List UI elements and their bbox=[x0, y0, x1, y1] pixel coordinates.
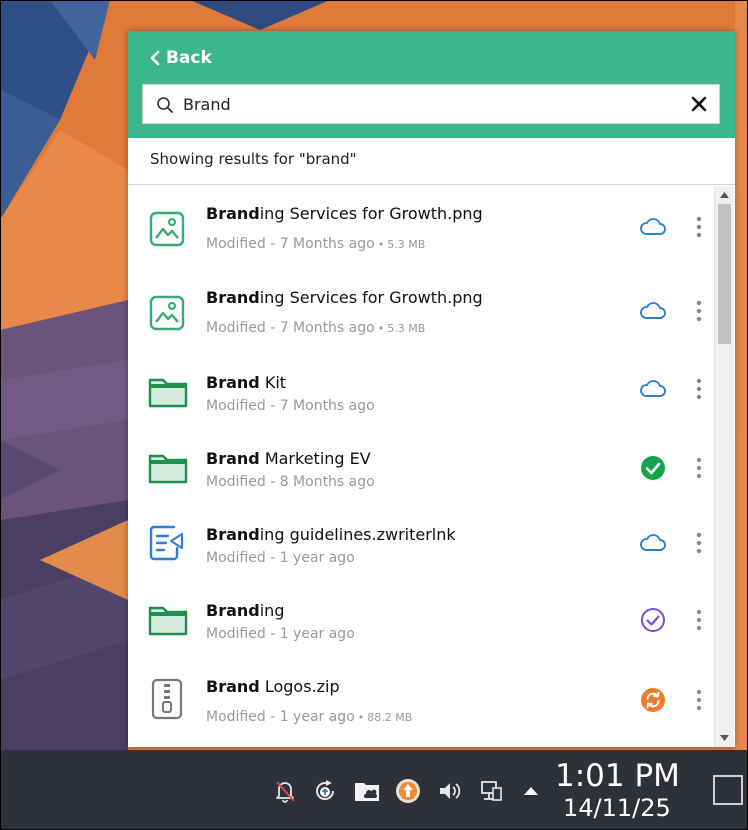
search-box[interactable] bbox=[142, 84, 720, 124]
cloud-icon bbox=[638, 212, 668, 242]
clear-search-icon[interactable] bbox=[689, 94, 709, 114]
folder-icon bbox=[148, 606, 188, 636]
search-panel: Back Showing results for "brand" Brandin… bbox=[128, 31, 735, 747]
search-input[interactable] bbox=[183, 85, 673, 123]
available-check-icon bbox=[638, 605, 668, 635]
folder-icon bbox=[148, 378, 188, 408]
search-icon bbox=[157, 97, 173, 113]
file-meta: Modified - 1 year ago bbox=[206, 626, 355, 642]
volume-icon[interactable] bbox=[437, 778, 463, 804]
more-options-icon[interactable] bbox=[691, 374, 707, 404]
results-scrollbar[interactable] bbox=[714, 186, 734, 747]
more-options-icon[interactable] bbox=[691, 212, 707, 242]
list-item[interactable]: Branding Services for Growth.png Modifie… bbox=[128, 270, 714, 354]
syncing-icon bbox=[638, 685, 668, 715]
file-name: Branding bbox=[206, 601, 285, 620]
file-meta: Modified - 1 year ago bbox=[206, 550, 355, 566]
list-item[interactable]: Branding guidelines.zwriterlnk Modified … bbox=[128, 506, 714, 582]
image-file-icon bbox=[149, 295, 185, 331]
file-name: Branding guidelines.zwriterlnk bbox=[206, 525, 456, 544]
image-file-icon bbox=[149, 211, 185, 247]
list-item[interactable]: Brand Logos.zip Modified - 1 year ago • 88… bbox=[128, 658, 714, 747]
synced-check-icon bbox=[638, 453, 668, 483]
more-options-icon[interactable] bbox=[691, 528, 707, 558]
cloud-icon bbox=[638, 528, 668, 558]
cloud-icon bbox=[638, 296, 668, 326]
show-desktop-button[interactable] bbox=[713, 775, 743, 805]
file-meta: Modified - 1 year ago • 88.2 MB bbox=[206, 709, 413, 725]
file-meta: Modified - 7 Months ago • 5.3 MB bbox=[206, 320, 426, 336]
clock-date[interactable]: 14/11/25 bbox=[563, 794, 671, 822]
file-name: Brand Kit bbox=[206, 373, 287, 392]
scroll-down-arrow-icon[interactable] bbox=[715, 729, 734, 747]
file-meta: Modified - 8 Months ago bbox=[206, 474, 375, 490]
clock-time[interactable]: 1:01 PM bbox=[555, 758, 680, 794]
list-item[interactable]: Branding Services for Growth.png Modifie… bbox=[128, 186, 714, 270]
more-options-icon[interactable] bbox=[691, 296, 707, 326]
notifications-off-icon[interactable] bbox=[272, 778, 298, 804]
results-label: Showing results for "brand" bbox=[128, 138, 735, 185]
scrollbar-thumb[interactable] bbox=[718, 204, 731, 344]
list-item[interactable]: Branding Modified - 1 year ago bbox=[128, 582, 714, 658]
tray-expand-arrow-icon[interactable] bbox=[518, 778, 544, 804]
cloud-icon bbox=[638, 374, 668, 404]
file-name: Brand Marketing EV bbox=[206, 449, 371, 468]
list-item[interactable]: Brand Marketing EV Modified - 8 Months a… bbox=[128, 430, 714, 506]
list-item[interactable]: Brand Kit Modified - 7 Months ago bbox=[128, 354, 714, 430]
back-button[interactable]: Back bbox=[150, 45, 212, 71]
writer-document-icon bbox=[149, 525, 184, 561]
workdrive-folder-icon[interactable] bbox=[354, 778, 380, 804]
upload-icon[interactable] bbox=[395, 778, 421, 804]
more-options-icon[interactable] bbox=[691, 453, 707, 483]
chevron-left-icon bbox=[150, 50, 160, 66]
folder-icon bbox=[148, 454, 188, 484]
file-meta: Modified - 7 Months ago bbox=[206, 398, 375, 414]
taskbar: 1:01 PM 14/11/25 bbox=[0, 750, 748, 830]
panel-header: Back bbox=[128, 31, 735, 138]
more-options-icon[interactable] bbox=[691, 605, 707, 635]
file-name: Branding Services for Growth.png bbox=[206, 288, 483, 307]
results-list: Branding Services for Growth.png Modifie… bbox=[128, 186, 714, 747]
more-options-icon[interactable] bbox=[691, 685, 707, 715]
file-meta: Modified - 7 Months ago • 5.3 MB bbox=[206, 236, 426, 252]
file-name: Brand Logos.zip bbox=[206, 677, 340, 696]
network-icon[interactable] bbox=[478, 778, 504, 804]
update-icon[interactable] bbox=[312, 778, 338, 804]
zip-file-icon bbox=[151, 678, 183, 720]
back-label: Back bbox=[166, 48, 212, 68]
file-name: Branding Services for Growth.png bbox=[206, 204, 483, 223]
scroll-up-arrow-icon[interactable] bbox=[715, 186, 734, 204]
